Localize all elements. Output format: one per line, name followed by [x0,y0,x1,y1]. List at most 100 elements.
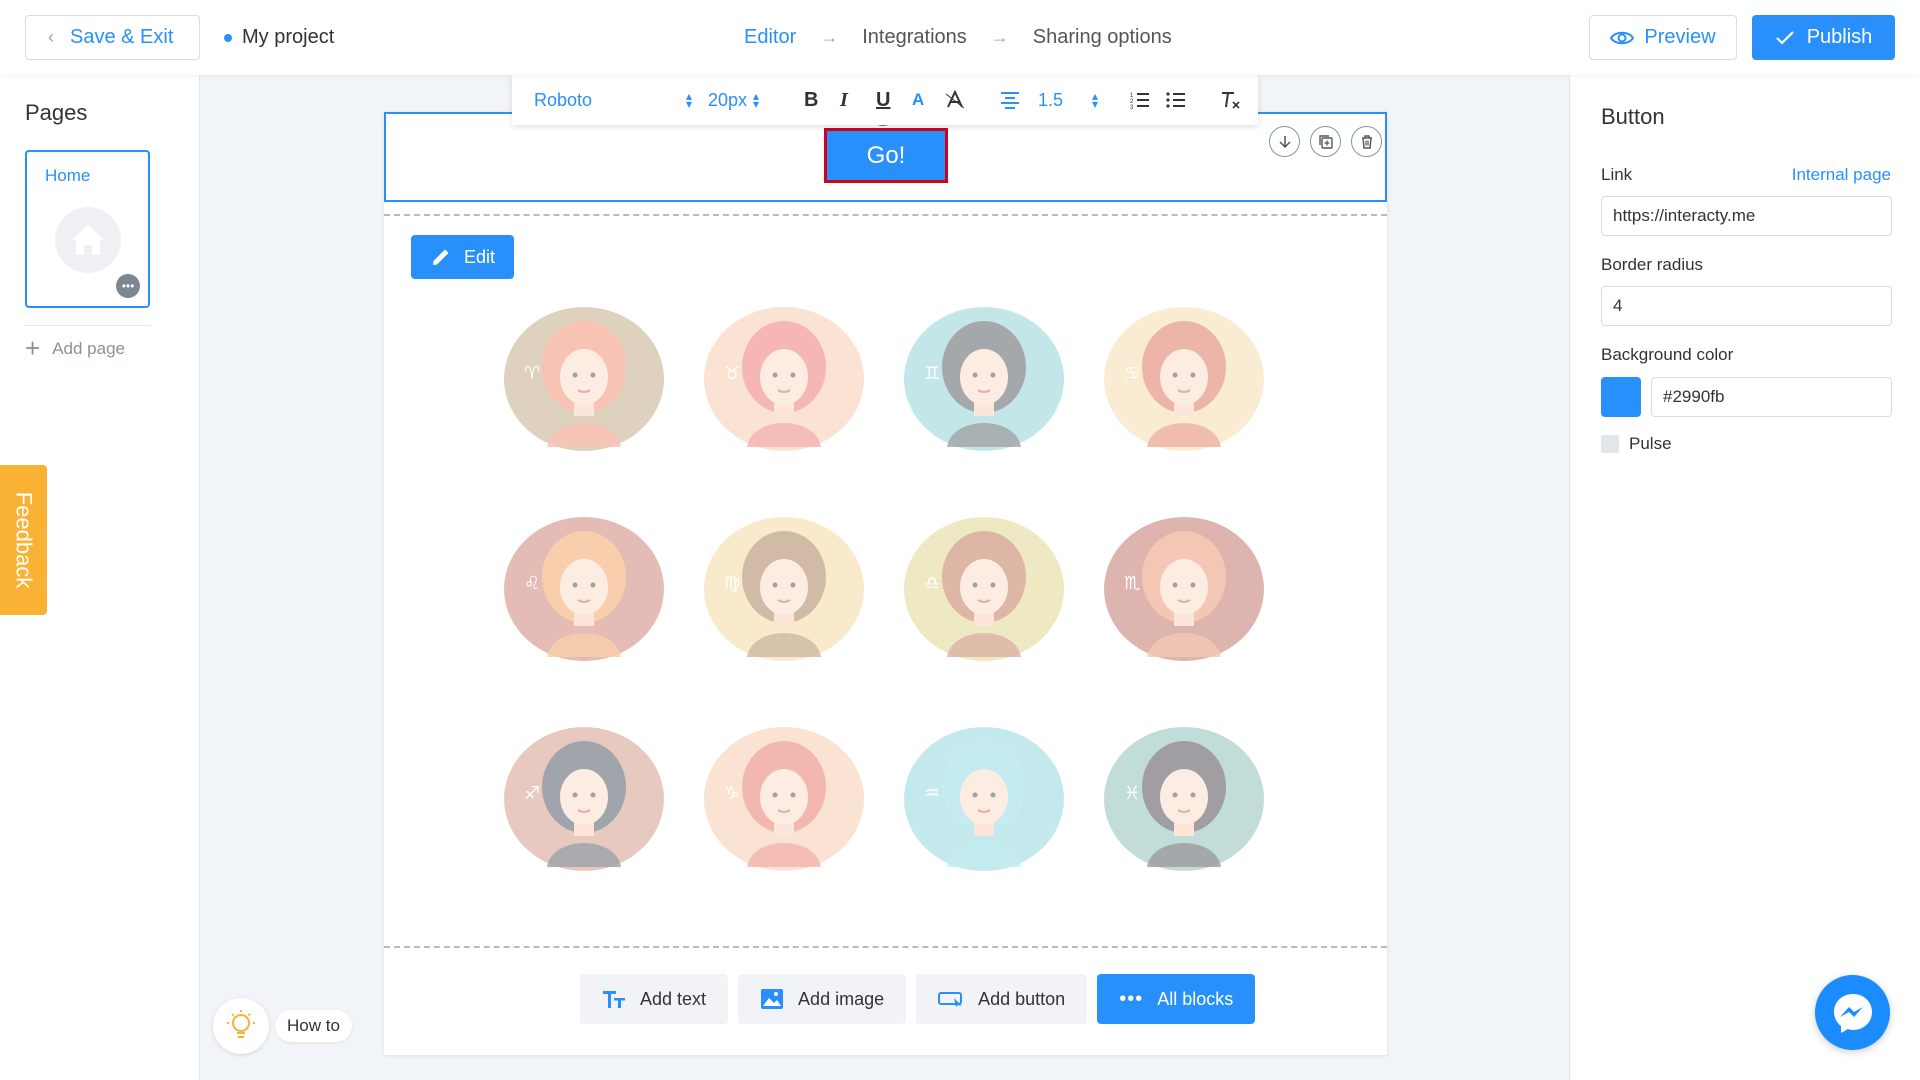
sagittarius-avatar: ♐ [504,727,664,871]
add-button-label: Add button [978,988,1066,1009]
feedback-label: Feedback [11,491,37,589]
svg-text:♎: ♎ [924,573,940,594]
numbered-list-icon[interactable]: 123 [1130,91,1150,109]
svg-text:♋: ♋ [1124,363,1140,384]
all-blocks-button[interactable]: ••• All blocks [1097,974,1256,1024]
color-swatch[interactable] [1601,377,1641,417]
arrow-right-icon: → [820,27,839,47]
cancer-avatar: ♋ [1104,307,1264,451]
messenger-icon[interactable] [1815,975,1890,1050]
svg-text:♒: ♒ [924,783,940,804]
font-family-value: Roboto [534,89,593,110]
aquarius-avatar: ♒ [904,727,1064,871]
svg-text:♐: ♐ [524,783,540,804]
page-thumbnail [55,207,121,273]
italic-icon[interactable]: I [840,89,848,112]
bullet-list-icon[interactable] [1166,91,1186,109]
add-image-label: Add image [798,988,885,1009]
text-icon [603,991,625,1008]
move-down-icon[interactable] [1269,126,1300,157]
lightbulb-icon[interactable] [213,998,269,1054]
font-family-select[interactable]: Roboto [534,90,592,111]
button-icon [938,992,963,1007]
project-name-label: My project [242,26,335,48]
border-radius-input[interactable] [1601,286,1892,326]
page-card-home[interactable]: Home ••• [25,150,150,308]
zodiac-image-grid: ♈ ♉ ♊ ♋ ♌ ♍ ♎ ♏ ♐ ♑ ♒ ♓ [502,297,1270,882]
project-name[interactable]: My project [224,26,334,49]
pulse-label: Pulse [1629,434,1672,453]
image-icon [761,989,784,1009]
add-button-button[interactable]: Add button [916,974,1088,1024]
all-blocks-label: All blocks [1157,988,1234,1009]
svg-text:♊: ♊ [924,363,940,384]
step-editor[interactable]: Editor [744,26,796,49]
eye-icon [1610,31,1635,44]
pisces-avatar: ♓ [1104,727,1264,871]
step-integrations[interactable]: Integrations [862,26,967,49]
step-sharing-options[interactable]: Sharing options [1033,26,1172,49]
panel-title: Button [1601,104,1665,129]
go-button-text[interactable]: Go! [867,142,906,170]
unsaved-dot-icon [224,33,232,42]
edit-label: Edit [463,246,496,267]
highlight-icon[interactable] [944,90,966,110]
duplicate-icon[interactable] [1310,126,1341,157]
block-divider [384,946,1387,948]
block-divider [384,214,1387,216]
text-color-icon[interactable]: A [912,90,924,110]
svg-text:♈: ♈ [524,363,540,384]
dots-icon: ••• [1119,987,1144,1010]
text-format-toolbar: Roboto ▴ ▾ 20px ▴ ▾ B I U A 1.5 ▴ ▾ 123 [512,75,1258,125]
pulse-checkbox[interactable]: Pulse [1601,434,1672,454]
how-to-label[interactable]: How to [275,1010,352,1042]
line-height-value: 1.5 [1038,89,1064,110]
background-color-input[interactable] [1651,377,1892,417]
line-height-select[interactable]: 1.5 [1038,90,1063,111]
preview-button[interactable]: Preview [1589,15,1737,60]
svg-text:♌: ♌ [524,573,540,594]
capricorn-avatar: ♑ [704,727,864,871]
trash-icon[interactable] [1351,126,1382,157]
go-button[interactable]: Go! [824,128,948,183]
add-block-bar: Add text Add image Add button ••• All bl… [580,974,1256,1024]
block-tools [1269,126,1382,157]
bold-icon[interactable]: B [804,89,818,112]
preview-label: Preview [1644,26,1716,48]
add-image-button[interactable]: Add image [738,974,907,1024]
font-size-sort-icon: ▴ ▾ [753,89,760,111]
publish-button[interactable]: Publish [1752,15,1895,60]
virgo-avatar: ♍ [704,517,864,661]
how-to-widget: How to [213,998,352,1054]
aries-avatar: ♈ [504,307,664,451]
svg-text:♑: ♑ [724,783,740,804]
add-text-label: Add text [640,988,707,1009]
link-label: Link [1601,165,1633,184]
svg-text:♏: ♏ [1124,573,1140,594]
link-input[interactable] [1601,196,1892,236]
font-size-select[interactable]: 20px ▴ ▾ [708,90,759,111]
align-center-icon[interactable] [1000,91,1020,109]
chevron-left-icon: ‹ [48,27,54,47]
add-page-button[interactable]: + Add page [25,333,125,364]
top-bar: ‹ Save & Exit My project Editor → Integr… [0,0,1920,75]
arrow-right-icon: → [990,27,1009,47]
page-menu-icon[interactable]: ••• [116,274,140,298]
svg-text:♍: ♍ [724,573,740,594]
line-height-sort-icon[interactable]: ▴ ▾ [1086,90,1098,110]
font-family-sort-icon[interactable]: ▴ ▾ [680,90,692,110]
add-text-button[interactable]: Add text [580,974,729,1024]
underline-icon[interactable]: U [876,89,890,112]
gemini-avatar: ♊ [904,307,1064,451]
divider [25,325,150,326]
taurus-avatar: ♉ [704,307,864,451]
save-exit-label: Save & Exit [70,26,174,48]
checkbox-box[interactable] [1601,435,1619,453]
link-type-select[interactable]: Internal page [1792,165,1891,185]
save-exit-button[interactable]: ‹ Save & Exit [25,15,200,60]
feedback-tab[interactable]: Feedback [0,465,47,615]
clear-format-icon[interactable] [1220,90,1242,110]
plus-icon: + [25,333,41,363]
edit-button[interactable]: Edit [411,235,514,279]
pages-title: Pages [25,100,88,125]
